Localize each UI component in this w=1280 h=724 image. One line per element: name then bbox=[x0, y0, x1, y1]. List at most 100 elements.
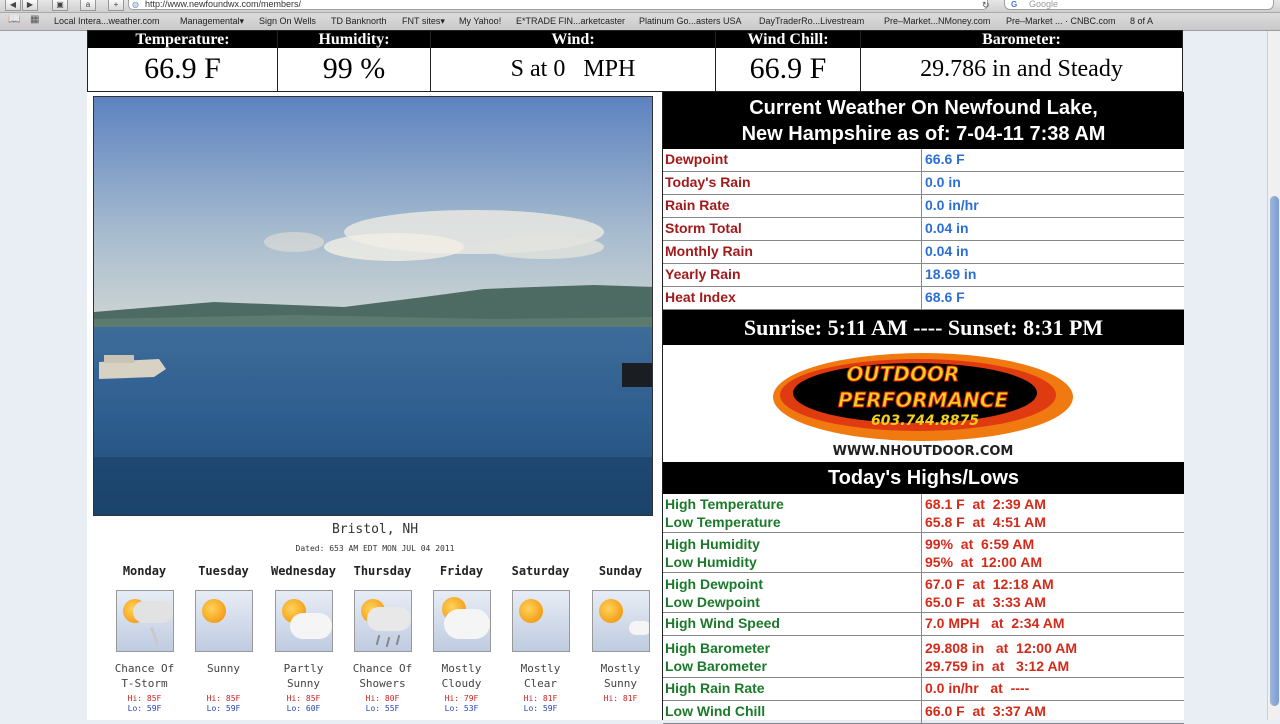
wind-chill-label: Wind Chill: bbox=[716, 31, 860, 48]
row-value: 66.6 F bbox=[925, 151, 965, 167]
row-label: Low Dewpoint bbox=[665, 594, 760, 610]
bookmark-item[interactable]: Managemental▾ bbox=[180, 16, 244, 27]
book-icon[interactable]: 📖 bbox=[8, 14, 20, 25]
bookmark-item[interactable]: FNT sites▾ bbox=[402, 16, 445, 27]
row-label: Storm Total bbox=[665, 220, 742, 236]
row-label: Rain Rate bbox=[665, 197, 730, 213]
day-high: Hi: 85F bbox=[127, 694, 162, 703]
day-name: Tuesday bbox=[198, 564, 249, 578]
day-condition-2: T-Storm bbox=[121, 677, 168, 690]
day-high: Hi: 85F bbox=[286, 694, 321, 703]
table-row: Monthly Rain 0.04 in bbox=[663, 241, 1184, 264]
row-label: High Temperature bbox=[665, 496, 784, 512]
mostly-sunny-icon bbox=[591, 590, 650, 652]
day-low: Lo: 55F bbox=[365, 704, 400, 713]
scrollbar-thumb[interactable] bbox=[1270, 196, 1279, 706]
wind-value: S at 0 MPH bbox=[510, 56, 636, 82]
day-low: Lo: 59F bbox=[523, 704, 558, 713]
row-label: High Barometer bbox=[665, 640, 771, 656]
day-condition-2 bbox=[184, 676, 263, 691]
bookmark-item[interactable]: Pre–Market...NMoney.com bbox=[884, 16, 990, 26]
table-row: Low Wind Chill 66.0 F at 3:37 AM bbox=[663, 701, 1184, 724]
row-value: 66.0 F at 3:37 AM bbox=[925, 703, 1046, 719]
table-row: High Temperature Low Temperature 68.1 F … bbox=[663, 494, 1184, 533]
day-low: Lo: 59F bbox=[127, 704, 162, 713]
showers-icon bbox=[353, 590, 412, 652]
browser-toolbar: ◀ ▶ ▣ a + ◍ http://www.newfoundwx.com/me… bbox=[0, 0, 1280, 13]
day-condition: Sunny bbox=[206, 662, 241, 675]
row-value: 0.0 in bbox=[925, 174, 961, 190]
ad-line-1: OUTDOOR bbox=[847, 362, 960, 386]
table-row: Yearly Rain 18.69 in bbox=[663, 264, 1184, 287]
row-label: Yearly Rain bbox=[665, 266, 741, 282]
table-row: High Wind Speed 7.0 MPH at 2:34 AM bbox=[663, 613, 1184, 636]
day-condition: Chance Of bbox=[114, 662, 175, 675]
row-value: 68.1 F at 2:39 AM bbox=[925, 496, 1046, 512]
bookmark-item[interactable]: My Yahoo! bbox=[459, 16, 501, 26]
bookmark-item[interactable]: Local Intera...weather.com bbox=[54, 16, 160, 26]
row-value: 29.759 in at 3:12 AM bbox=[925, 658, 1070, 674]
bookmark-item[interactable]: DayTraderRo...Livestream bbox=[759, 16, 864, 26]
webcam-scene bbox=[94, 97, 652, 515]
day-low: Lo: 53F bbox=[444, 704, 479, 713]
row-label: High Humidity bbox=[665, 536, 760, 552]
table-row: High Barometer Low Barometer 29.808 in a… bbox=[663, 636, 1184, 678]
page-scrollbar[interactable] bbox=[1267, 31, 1280, 720]
row-label: Low Humidity bbox=[665, 554, 757, 570]
row-value: 29.808 in at 12:00 AM bbox=[925, 640, 1077, 656]
wind-chill-cell: Wind Chill: 66.9 F bbox=[715, 30, 861, 92]
grid-icon[interactable]: ▦ bbox=[30, 14, 39, 25]
day-low: Lo: 60F bbox=[286, 704, 321, 713]
address-bar[interactable]: ◍ http://www.newfoundwx.com/members/ bbox=[128, 0, 988, 10]
bookmark-item[interactable]: Pre–Market ... · CNBC.com bbox=[1006, 16, 1116, 26]
day-condition: Mostly bbox=[441, 662, 482, 675]
bookmark-item[interactable]: Sign On Wells bbox=[259, 16, 316, 26]
forward-icon[interactable]: ▶ bbox=[22, 0, 38, 11]
day-condition-2: Clear bbox=[523, 677, 558, 690]
bookmarks-bar: 📖 ▦ Local Intera...weather.com Managemen… bbox=[0, 13, 1280, 31]
new-tab-icon[interactable]: + bbox=[108, 0, 124, 11]
forecast-city: Bristol, NH bbox=[331, 522, 419, 537]
wind-chill-value: 66.9 F bbox=[749, 52, 827, 85]
conditions-bar: Temperature: 66.9 F Humidity: 99 % Wind:… bbox=[87, 30, 1183, 92]
forecast-day: Saturday Mostly Clear Hi: 81F Lo: 59F bbox=[501, 564, 580, 714]
table-row: High Rain Rate 0.0 in/hr at ---- bbox=[663, 678, 1184, 701]
outdoor-performance-ad[interactable]: OUTDOOR PERFORMANCE 603.744.8875 WWW.NHO… bbox=[663, 345, 1184, 462]
bookmark-item[interactable]: 8 of A bbox=[1130, 16, 1153, 26]
bookmark-item[interactable]: E*TRADE FIN...arketcaster bbox=[516, 16, 625, 26]
amazon-icon[interactable]: a bbox=[80, 0, 96, 11]
forecast-day: Sunday Mostly Sunny Hi: 81F bbox=[581, 564, 660, 704]
row-label: Today's Rain bbox=[665, 174, 751, 190]
wind-cell: Wind: S at 0 MPH bbox=[430, 30, 716, 92]
google-icon: G bbox=[1011, 0, 1018, 9]
row-label: High Rain Rate bbox=[665, 680, 765, 696]
forecast-panel: Bristol, NH Dated: 653 AM EDT MON JUL 04… bbox=[93, 518, 657, 720]
ad-url: WWW.NHOUTDOOR.COM bbox=[833, 444, 1014, 459]
row-label: Monthly Rain bbox=[665, 243, 753, 259]
search-input[interactable]: G Google bbox=[1004, 0, 1274, 10]
temperature-value: 66.9 F bbox=[144, 52, 221, 85]
row-value: 0.04 in bbox=[925, 243, 969, 259]
row-value: 18.69 in bbox=[925, 266, 977, 282]
barometer-value: 29.786 in and Steady bbox=[920, 56, 1123, 82]
barometer-label: Barometer: bbox=[861, 31, 1182, 48]
title-line-2: New Hampshire as of: 7-04-11 7:38 AM bbox=[741, 123, 1106, 145]
highs-lows-table: High Temperature Low Temperature 68.1 F … bbox=[663, 494, 1184, 724]
print-icon[interactable]: ▣ bbox=[52, 0, 68, 11]
row-value: 68.6 F bbox=[925, 289, 965, 305]
reload-icon[interactable]: ↻ bbox=[982, 0, 990, 10]
row-value: 65.8 F at 4:51 AM bbox=[925, 514, 1046, 530]
day-name: Saturday bbox=[511, 564, 570, 578]
table-row: High Humidity Low Humidity 99% at 6:59 A… bbox=[663, 533, 1184, 573]
bookmark-item[interactable]: Platinum Go...asters USA bbox=[639, 16, 742, 26]
day-high: Hi: 81F bbox=[603, 694, 638, 703]
ad-line-2: PERFORMANCE bbox=[838, 388, 1009, 412]
humidity-label: Humidity: bbox=[278, 31, 430, 48]
day-condition: Chance Of bbox=[352, 662, 413, 675]
day-high: Hi: 81F bbox=[523, 694, 558, 703]
mostly-cloudy-icon bbox=[432, 590, 491, 652]
back-icon[interactable]: ◀ bbox=[5, 0, 21, 11]
row-value: 0.04 in bbox=[925, 220, 969, 236]
row-value: 0.0 in/hr bbox=[925, 197, 979, 213]
bookmark-item[interactable]: TD Banknorth bbox=[331, 16, 387, 26]
